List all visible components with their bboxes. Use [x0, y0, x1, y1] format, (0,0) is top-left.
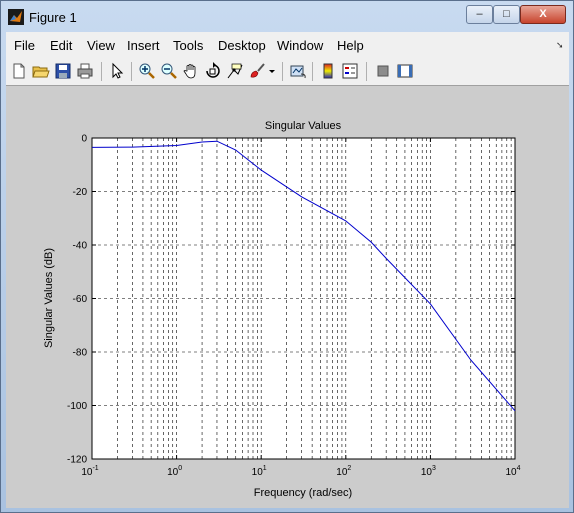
legend-icon[interactable]: [341, 62, 359, 80]
y-tick-label: 0: [81, 134, 87, 145]
colorbar-icon[interactable]: [319, 62, 337, 80]
menu-window[interactable]: Window: [277, 38, 323, 53]
singular-values-plot[interactable]: 0 -20 -40 -60 -80 -100 -12010-1 100 101 102 103 104…: [6, 86, 569, 508]
chart-title: Singular Values: [265, 120, 342, 132]
zoom-out-icon[interactable]: [160, 62, 178, 80]
x-tick-label: 104: [505, 465, 520, 478]
window-title: Figure 1: [29, 10, 77, 25]
toolbar-separator: [366, 62, 367, 81]
menu-dock-arrow-icon[interactable]: ➘: [556, 40, 564, 51]
toolbar-separator: [282, 62, 283, 81]
toolbar-separator: [101, 62, 102, 81]
rotate-3d-icon[interactable]: [204, 62, 222, 80]
open-file-icon[interactable]: [32, 62, 50, 80]
x-tick-label: 100: [167, 465, 182, 478]
matlab-icon: [8, 9, 24, 25]
close-button[interactable]: X: [520, 5, 566, 24]
x-tick-label: 103: [421, 465, 436, 478]
title-bar[interactable]: Figure 1 – □ X: [1, 1, 573, 31]
x-tick-label: 101: [252, 465, 267, 478]
data-cursor-icon[interactable]: [226, 62, 244, 80]
y-tick-label: -60: [73, 294, 88, 305]
brush-dropdown-icon[interactable]: [268, 62, 276, 80]
y-tick-label: -80: [73, 348, 88, 359]
minimize-button[interactable]: –: [466, 5, 493, 24]
hide-plot-tools-icon[interactable]: [374, 62, 392, 80]
figure-window: Figure 1 – □ X File Edit View Insert Too…: [0, 0, 574, 513]
x-tick-label: 10-1: [81, 465, 98, 478]
menu-tools[interactable]: Tools: [173, 38, 203, 53]
y-tick-label: -100: [67, 401, 87, 412]
y-tick-label: -40: [73, 241, 88, 252]
figure-client-area: File Edit View Insert Tools Desktop Wind…: [6, 32, 569, 508]
menu-file[interactable]: File: [14, 38, 35, 53]
x-axis-label: Frequency (rad/sec): [254, 487, 352, 499]
pan-icon[interactable]: [182, 62, 200, 80]
x-tick-label: 102: [336, 465, 351, 478]
toolbar-separator: [312, 62, 313, 81]
menu-help[interactable]: Help: [337, 38, 364, 53]
y-tick-label: -120: [67, 455, 87, 466]
brush-icon[interactable]: [248, 62, 266, 80]
show-plot-tools-icon[interactable]: [396, 62, 414, 80]
zoom-in-icon[interactable]: [138, 62, 156, 80]
toolbar-separator: [131, 62, 132, 81]
edit-plot-icon[interactable]: [108, 62, 126, 80]
menu-bar: File Edit View Insert Tools Desktop Wind…: [6, 32, 569, 58]
figure-toolbar: [6, 58, 569, 86]
menu-insert[interactable]: Insert: [127, 38, 160, 53]
y-tick-label: -20: [73, 187, 88, 198]
link-plot-icon[interactable]: [289, 62, 307, 80]
y-axis-label: Singular Values (dB): [43, 248, 55, 348]
menu-view[interactable]: View: [87, 38, 115, 53]
menu-desktop[interactable]: Desktop: [218, 38, 266, 53]
save-icon[interactable]: [54, 62, 72, 80]
new-figure-icon[interactable]: [10, 62, 28, 80]
menu-edit[interactable]: Edit: [50, 38, 72, 53]
maximize-button[interactable]: □: [493, 5, 520, 24]
figure-canvas: 0 -20 -40 -60 -80 -100 -120 10-1 100 101 102 103 104…: [6, 86, 569, 508]
print-icon[interactable]: [76, 62, 94, 80]
